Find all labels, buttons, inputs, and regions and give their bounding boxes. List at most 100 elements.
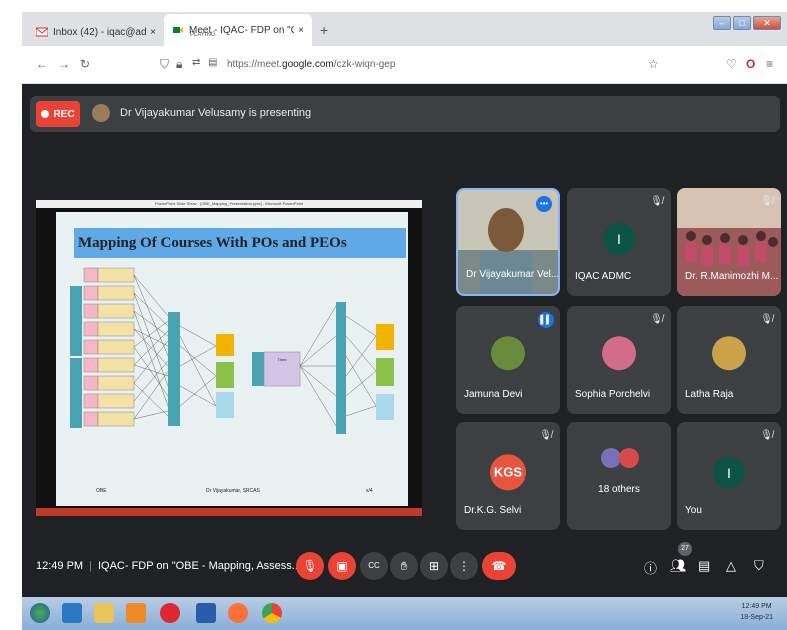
ie-icon[interactable] bbox=[62, 603, 82, 623]
meet-icon bbox=[173, 27, 183, 33]
participant-name: You bbox=[685, 505, 702, 516]
address-bar[interactable]: https://meet.google.com/czk-wiqn-gep bbox=[227, 59, 395, 70]
opera-icon[interactable]: O bbox=[746, 57, 755, 71]
pocket-icon[interactable]: ♡ bbox=[726, 57, 737, 71]
participant-tile-selvi[interactable]: 🎙︎̸ KGS Dr.K.G. Selvi bbox=[456, 422, 560, 530]
participant-tile-others[interactable]: 18 others bbox=[567, 422, 671, 530]
meet-stage: REC Dr Vijayakumar Velusamy is presentin… bbox=[22, 84, 787, 597]
slideshow-statusbar bbox=[36, 508, 422, 516]
host-controls-icon[interactable]: ⛉ bbox=[754, 558, 764, 574]
presenter-text: Dr Vijayakumar Velusamy is presenting bbox=[120, 107, 312, 119]
tab-meet[interactable]: Meet - IQAC- FDP on "OBE - M × PLAYING bbox=[164, 14, 312, 46]
navigation-bar: ← → ↻ ⛉ 🔒︎ ⇄ ▤ https://meet.google.com/c… bbox=[22, 46, 787, 84]
middle-label: Theo bbox=[277, 357, 287, 362]
mic-off-icon: 🎙︎̸ bbox=[650, 196, 663, 207]
close-icon[interactable]: × bbox=[150, 27, 156, 38]
presentation-bar: REC Dr Vijayakumar Velusamy is presentin… bbox=[30, 96, 780, 132]
record-dot-icon bbox=[41, 110, 50, 118]
reader-icon[interactable]: ▤ bbox=[208, 57, 217, 68]
participant-name: IQAC ADMC bbox=[575, 271, 632, 282]
present-button[interactable]: ⊞ bbox=[420, 552, 448, 580]
mic-off-icon: 🎙︎̸ bbox=[539, 430, 552, 441]
participant-name: Dr.K.G. Selvi bbox=[464, 505, 522, 516]
tab-inbox[interactable]: Inbox (42) - iqac@adjadmc.ac. × bbox=[28, 18, 164, 46]
participant-initial: I bbox=[603, 222, 635, 255]
meeting-title: IQAC- FDP on "OBE - Mapping, Assess... bbox=[97, 560, 301, 572]
permissions-icon[interactable]: ⇄ bbox=[192, 57, 200, 68]
menu-icon[interactable]: ≡ bbox=[766, 57, 773, 71]
participant-tile-you[interactable]: 🎙︎̸ I You bbox=[677, 422, 781, 530]
back-icon[interactable]: ← bbox=[36, 57, 48, 71]
forward-icon[interactable]: → bbox=[58, 57, 70, 71]
slide: Mapping Of Courses With POs and PEOs The… bbox=[56, 212, 408, 506]
more-options-button[interactable]: ⋮ bbox=[450, 552, 478, 580]
participant-initial: I bbox=[713, 456, 745, 489]
start-button[interactable] bbox=[30, 603, 50, 623]
taskbar: 12:49 PM 18-Sep-21 bbox=[22, 597, 787, 630]
participant-name: Latha Raja bbox=[685, 389, 734, 400]
avatar bbox=[602, 336, 636, 371]
participant-tile-presenter[interactable]: ••• Dr Vijayakumar Vel... bbox=[456, 188, 560, 296]
window-close-button[interactable]: ✕ bbox=[753, 16, 781, 30]
slide-title: Mapping Of Courses With POs and PEOs bbox=[74, 228, 406, 258]
mic-off-icon: 🎙︎̸ bbox=[650, 314, 663, 325]
captions-button[interactable]: CC bbox=[360, 552, 388, 580]
minimize-button[interactable]: – bbox=[713, 16, 731, 30]
mic-off-icon: 🎙︎̸ bbox=[760, 314, 773, 325]
participant-name: Jamuna Devi bbox=[464, 389, 523, 400]
bookmark-star-icon[interactable]: ☆ bbox=[648, 57, 659, 71]
rec-label: REC bbox=[53, 108, 75, 120]
speaking-indicator-icon: ••• bbox=[536, 196, 552, 212]
participant-name: Dr. R.Manimozhi M... bbox=[685, 271, 779, 282]
folder-icon[interactable] bbox=[94, 603, 114, 623]
meeting-info: 12:49 PM | IQAC- FDP on "OBE - Mapping, As… bbox=[36, 560, 301, 572]
firefox-icon[interactable] bbox=[228, 603, 248, 623]
meet-controls-bar: 12:49 PM | IQAC- FDP on "OBE - Mapping, As… bbox=[22, 540, 787, 594]
clock-time: 12:49 PM bbox=[741, 603, 772, 610]
participant-name: Dr Vijayakumar Vel... bbox=[466, 269, 560, 280]
window-controls: – □ ✕ bbox=[713, 16, 781, 30]
others-count: 18 others bbox=[598, 484, 640, 495]
left-edge bbox=[0, 0, 22, 630]
media-icon[interactable] bbox=[126, 603, 146, 623]
slide-footer-right: x/4 bbox=[366, 488, 373, 494]
slide-footer-center: Dr Vijayakumar, SRCAS bbox=[206, 488, 260, 494]
speaking-indicator-icon: ▌▌ bbox=[538, 312, 554, 328]
participant-tile-jamuna[interactable]: ▌▌ Jamuna Devi bbox=[456, 306, 560, 414]
close-icon[interactable]: × bbox=[298, 25, 304, 36]
participant-tile-sophia[interactable]: 🎙︎̸ Sophia Porchelvi bbox=[567, 306, 671, 414]
slideshow-titlebar: PowerPoint Slide Show - [OBE_Mapping_Pre… bbox=[36, 200, 422, 208]
participant-initials: KGS bbox=[490, 454, 526, 491]
lock-icon[interactable]: 🔒︎ bbox=[176, 57, 182, 72]
avatar bbox=[619, 448, 639, 468]
slide-footer-left: OBE bbox=[96, 488, 107, 494]
new-tab-button[interactable]: + bbox=[320, 22, 328, 38]
shield-icon[interactable]: ⛉ bbox=[160, 57, 169, 72]
playing-label: PLAYING bbox=[190, 32, 216, 38]
mic-off-icon: 🎙︎̸ bbox=[760, 430, 773, 441]
chat-icon[interactable]: ▤ bbox=[698, 558, 710, 574]
mapping-diagram: Theo bbox=[70, 267, 394, 434]
chrome-icon[interactable] bbox=[262, 603, 282, 623]
tab-strip: Inbox (42) - iqac@adjadmc.ac. × Meet - I… bbox=[22, 12, 787, 46]
recording-badge: REC bbox=[36, 101, 80, 127]
info-icon[interactable]: ⓘ bbox=[644, 558, 657, 577]
activities-icon[interactable]: △ bbox=[726, 558, 736, 574]
word-icon[interactable] bbox=[196, 603, 216, 623]
participant-tile-iqac[interactable]: 🎙︎̸ I IQAC ADMC bbox=[567, 188, 671, 296]
raise-hand-button[interactable]: ✋︎ bbox=[390, 552, 418, 580]
camera-toggle-button[interactable]: ▣ bbox=[328, 552, 356, 580]
system-clock[interactable]: 12:49 PM 18-Sep-21 bbox=[740, 601, 773, 623]
participant-count-badge: 27 bbox=[678, 542, 692, 556]
presenter-avatar bbox=[92, 104, 110, 122]
participant-tile-manimozhi[interactable]: 🎙︎̸ Dr. R.Manimozhi M... bbox=[677, 188, 781, 296]
participant-name: Sophia Porchelvi bbox=[575, 389, 651, 400]
reload-icon[interactable]: ↻ bbox=[80, 57, 90, 71]
mic-toggle-button[interactable]: 🎙︎ bbox=[296, 552, 324, 580]
leave-call-button[interactable]: ☎︎ bbox=[482, 552, 516, 580]
opera-taskbar-icon[interactable] bbox=[160, 603, 180, 623]
maximize-button[interactable]: □ bbox=[733, 16, 751, 30]
people-icon[interactable]: 👥︎ bbox=[670, 558, 687, 574]
participant-tile-latha[interactable]: 🎙︎̸ Latha Raja bbox=[677, 306, 781, 414]
meeting-time: 12:49 PM bbox=[36, 560, 84, 572]
